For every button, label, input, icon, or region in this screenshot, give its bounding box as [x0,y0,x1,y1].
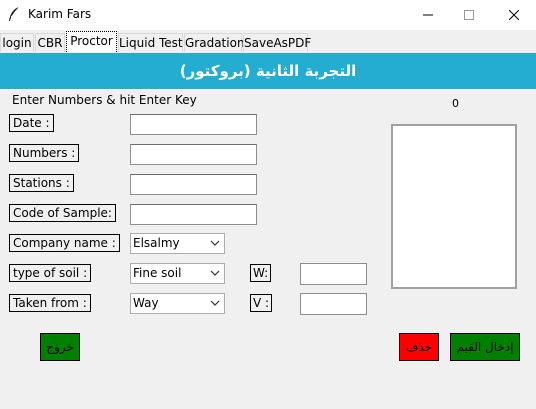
company-value: Elsalmy [133,236,180,250]
exit-button[interactable]: خروج [40,333,80,361]
minimize-button[interactable] [408,0,448,30]
company-select[interactable]: Elsalmy [130,233,225,254]
close-icon [509,10,519,20]
entry-counter: 0 [452,97,459,110]
maximize-icon [464,10,474,20]
title-bar: Karim Fars [0,0,536,30]
tab-cbr[interactable]: CBR [35,33,65,52]
maximize-button[interactable] [449,0,489,30]
company-label: Company name : [9,234,120,252]
w-field[interactable] [300,263,367,285]
enter-values-button[interactable]: إدخال القيم [450,333,520,361]
soil-type-label: type of soil : [9,264,92,282]
tab-liquid-test[interactable]: Liquid Test [118,33,183,52]
soil-type-select[interactable]: Fine soil [130,263,225,284]
close-button[interactable] [494,0,534,30]
page-title: التجربة الثانية (بروكتور) [0,53,536,89]
values-listbox[interactable] [391,124,517,289]
tab-gradation[interactable]: Gradation [184,33,245,52]
taken-from-value: Way [133,296,159,310]
feather-icon [9,6,20,21]
w-label: W: [250,264,272,282]
stations-label: Stations : [9,174,74,192]
date-label: Date : [9,114,54,132]
stations-field[interactable] [130,174,257,195]
window-title: Karim Fars [28,7,92,21]
v-field[interactable] [300,293,367,315]
tab-bar: login CBR Proctor Liquid Test Gradation … [0,30,536,52]
v-label: V : [250,294,273,312]
taken-from-label: Taken from : [9,294,91,312]
delete-button[interactable]: حذف [399,333,439,361]
numbers-field[interactable] [130,144,257,165]
chevron-down-icon [210,270,220,276]
soil-type-value: Fine soil [133,266,182,280]
chevron-down-icon [210,240,220,246]
tab-saveaspdf[interactable]: SaveAsPDF [243,33,311,52]
tab-login[interactable]: login [0,33,34,52]
sample-code-label: Code of Sample: [9,204,116,222]
instruction-text: Enter Numbers & hit Enter Key [12,93,197,107]
sample-code-field[interactable] [130,204,257,225]
tab-proctor[interactable]: Proctor [66,31,117,52]
chevron-down-icon [210,300,220,306]
taken-from-select[interactable]: Way [130,293,225,314]
numbers-label: Numbers : [9,144,80,162]
minimize-icon [423,14,433,16]
date-field[interactable] [130,114,257,135]
